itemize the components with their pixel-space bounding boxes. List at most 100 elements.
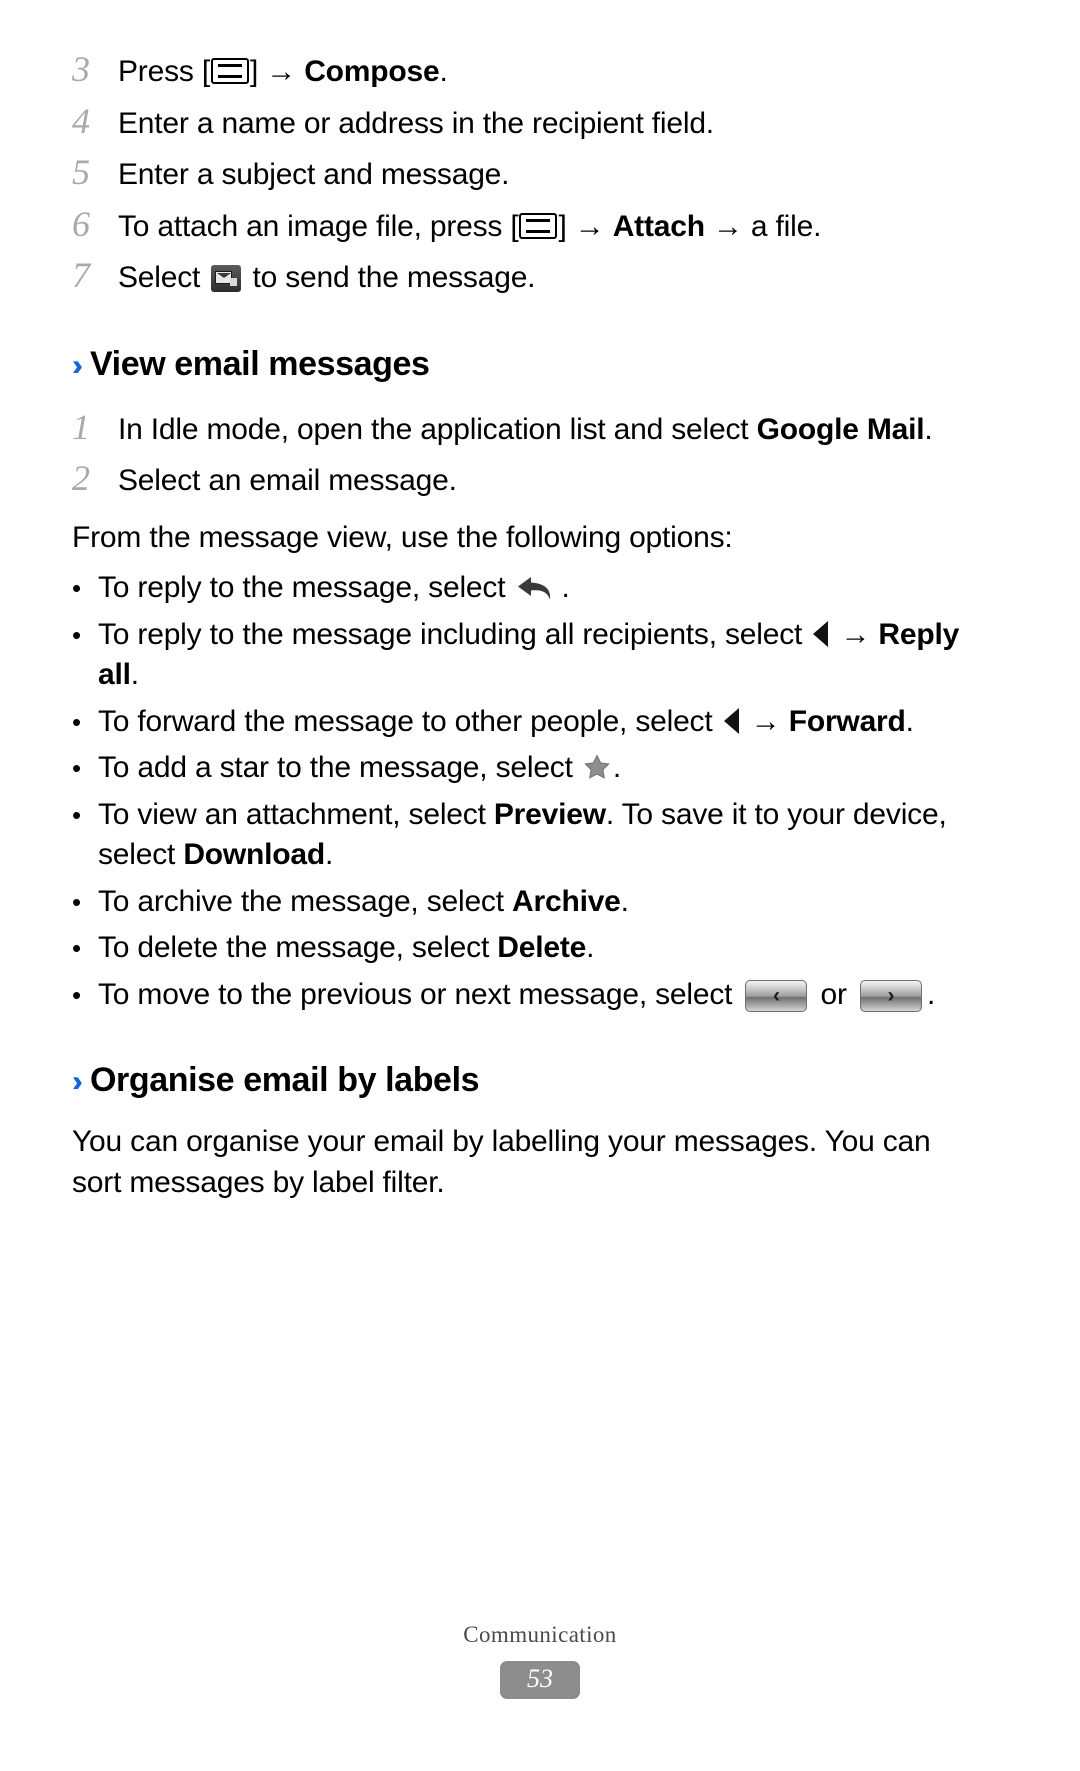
option-reply-all: • To reply to the message including all … <box>72 615 972 696</box>
section-title: Organise email by labels <box>89 1061 480 1099</box>
option-text-mid: → <box>832 617 879 651</box>
step-text: To attach an image file, press [ ] → Atta… <box>118 207 972 248</box>
option-text-post: . <box>620 884 629 918</box>
option-text-mid: or <box>812 977 855 1011</box>
option-delete: • To delete the message, select Delete. <box>72 928 972 969</box>
previous-message-button: ‹ <box>745 979 808 1012</box>
option-star: • To add a star to the message, select . <box>72 748 972 789</box>
option-archive: • To archive the message, select Archive… <box>72 882 972 923</box>
step-6: 6 To attach an image file, press [ ] → At… <box>72 203 972 248</box>
step-text: In Idle mode, open the application list … <box>118 410 972 451</box>
option-text-pre: To archive the message, select <box>98 884 513 918</box>
page-number-badge: 53 <box>500 1661 580 1699</box>
step-number: 3 <box>72 49 90 89</box>
reply-arrow-icon <box>515 573 559 603</box>
step-7: 7 Select to send the message. <box>72 254 972 299</box>
option-text-pre: To reply to the message including all re… <box>98 617 811 651</box>
option-text-bold: Delete <box>497 931 587 964</box>
option-text-bold: Archive <box>512 884 621 918</box>
options-intro-text: From the message view, use the following… <box>72 520 733 554</box>
step-number: 7 <box>72 255 90 295</box>
option-text: To move to the previous or next message,… <box>98 975 972 1016</box>
bullet-marker: • <box>72 799 82 830</box>
triangle-left-icon <box>813 620 829 647</box>
option-text: To forward the message to other people, … <box>98 702 972 743</box>
step-number: 6 <box>72 203 90 244</box>
bullet-marker: • <box>72 933 82 963</box>
bullet-marker: • <box>72 753 82 783</box>
option-text-pre: To view an attachment, select <box>98 797 494 831</box>
section-chevron-icon: ›› <box>72 348 83 382</box>
chevron-right-icon: › <box>887 983 895 1007</box>
option-text: To reply to the message, select . <box>98 568 972 609</box>
step-text-post: → a file. <box>704 209 822 243</box>
option-preview-download: • To view an attachment, select Preview.… <box>72 795 972 876</box>
option-text-pre: To add a star to the message, select <box>98 751 581 784</box>
option-text-post: . <box>130 658 139 691</box>
bullet-marker: • <box>72 619 82 650</box>
step-text-post: . <box>924 412 933 446</box>
view-step-1: 1 In Idle mode, open the application lis… <box>72 406 972 451</box>
step-number: 1 <box>72 406 90 447</box>
option-text-pre: To move to the previous or next message,… <box>98 977 741 1011</box>
manual-page: 3 Press [] → Compose. 4 Enter a name or … <box>0 0 1080 1771</box>
section-title: View email messages <box>89 344 430 383</box>
option-prev-next: • To move to the previous or next messag… <box>72 975 972 1016</box>
step-text: Enter a name or address in the recipient… <box>118 106 714 140</box>
menu-key-icon <box>210 58 249 84</box>
page-footer: Communication 53 <box>0 1622 1080 1699</box>
bullet-marker: • <box>72 573 82 603</box>
step-text-pre: In Idle mode, open the application list … <box>118 412 757 446</box>
view-step-2: 2 Select an email message. <box>72 457 972 502</box>
option-text-bold: Forward <box>788 704 906 738</box>
step-text-pre: To attach an image file, press [ <box>118 209 519 243</box>
section-chevron-icon: ›› <box>72 1065 83 1098</box>
step-text: Enter a subject and message. <box>118 158 510 191</box>
triangle-left-icon <box>723 707 739 734</box>
step-text: Press [] → Compose. <box>118 52 972 93</box>
option-text: To delete the message, select Delete. <box>98 928 972 969</box>
option-text-pre: To reply to the message, select <box>98 571 514 604</box>
step-text-mid: ] → <box>249 55 305 88</box>
option-text-post: . <box>586 931 595 964</box>
send-message-icon <box>211 265 242 292</box>
step-3: 3 Press [] → Compose. <box>72 48 972 93</box>
section-heading-organise-email: ›› Organise email by labels <box>72 1061 972 1100</box>
step-text-post: . <box>439 55 448 88</box>
menu-key-icon <box>519 212 558 239</box>
option-text: To reply to the message including all re… <box>98 615 972 696</box>
step-5: 5 Enter a subject and message. <box>72 151 972 196</box>
option-text-pre: To forward the message to other people, … <box>98 704 721 738</box>
bullet-marker: • <box>72 886 82 917</box>
chevron-left-icon: ‹ <box>772 983 780 1007</box>
step-text-bold: Compose <box>304 55 440 88</box>
organise-paragraph: You can organise your email by labelling… <box>72 1125 931 1199</box>
step-text-bold: Attach <box>612 209 705 243</box>
option-text: To view an attachment, select Preview. T… <box>98 795 972 876</box>
bullet-marker: • <box>72 979 82 1010</box>
option-text-post: . <box>905 704 914 738</box>
step-4: 4 Enter a name or address in the recipie… <box>72 100 972 145</box>
step-text-mid: ] → <box>558 209 613 243</box>
next-message-button: › <box>859 979 922 1012</box>
bullet-marker: • <box>72 706 82 737</box>
star-icon <box>583 752 611 780</box>
option-text-post: . <box>612 751 622 784</box>
step-text-post: to send the message. <box>244 261 536 294</box>
option-text-bold-2: Download <box>183 838 326 871</box>
option-text-post: . <box>926 977 936 1011</box>
step-text-bold: Google Mail <box>756 412 925 446</box>
send-corner-glyph <box>230 278 238 286</box>
option-text: To add a star to the message, select . <box>98 748 972 789</box>
option-forward: • To forward the message to other people… <box>72 702 972 743</box>
step-text: Select to send the message. <box>118 258 972 299</box>
option-text-mid: → <box>742 704 789 738</box>
section-heading-view-email: ›› View email messages <box>72 345 972 384</box>
step-number: 5 <box>72 152 90 192</box>
step-number: 2 <box>72 458 90 498</box>
option-text: To archive the message, select Archive. <box>98 882 972 923</box>
step-text: Select an email message. <box>118 464 457 497</box>
option-text-post: . <box>561 571 570 604</box>
step-text-pre: Select <box>118 261 209 294</box>
option-text-bold: Preview <box>493 797 606 831</box>
